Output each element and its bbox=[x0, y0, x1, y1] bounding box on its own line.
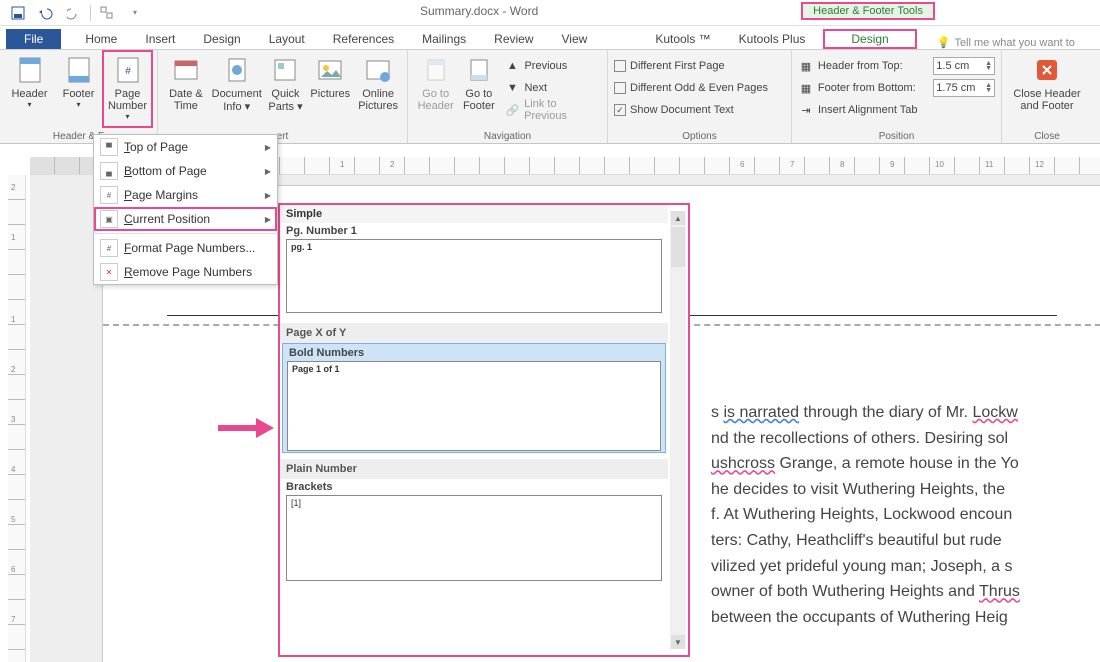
tab-kutools-plus[interactable]: Kutools Plus bbox=[725, 29, 820, 49]
gallery-item-bold-numbers[interactable]: Bold Numbers Page 1 of 1 bbox=[282, 343, 666, 453]
footer-bottom-spinner[interactable]: 1.75 cm▲▼ bbox=[933, 79, 995, 97]
page-number-button[interactable]: #Page Number ▾ bbox=[104, 52, 151, 126]
header-top-icon: ▦ bbox=[798, 58, 814, 74]
tell-me[interactable]: 💡Tell me what you want to bbox=[937, 36, 1075, 49]
footer-bottom-icon: ▦ bbox=[798, 80, 814, 96]
tab-mailings[interactable]: Mailings bbox=[408, 29, 480, 49]
ribbon: Header▾ Footer▾ #Page Number ▾ Header & … bbox=[0, 50, 1100, 144]
gallery-item-brackets-label: Brackets bbox=[280, 479, 668, 495]
gallery-item-pgnum1[interactable]: pg. 1 bbox=[286, 239, 662, 313]
format-icon: # bbox=[100, 239, 118, 257]
tab-references[interactable]: References bbox=[319, 29, 408, 49]
nav-link-previous: 🔗Link to Previous bbox=[504, 100, 601, 120]
document-info-button[interactable]: DocumentInfo ▾ bbox=[210, 52, 264, 126]
header-button[interactable]: Header▾ bbox=[6, 52, 53, 126]
date-time-button[interactable]: Date &Time bbox=[164, 52, 208, 126]
checkbox-checked-icon: ✓ bbox=[614, 104, 626, 116]
previous-icon: ▲ bbox=[504, 58, 520, 74]
current-position-icon: ▣ bbox=[100, 210, 118, 228]
opt-show-doc[interactable]: ✓Show Document Text bbox=[614, 100, 785, 120]
footer-bottom-label: Footer from Bottom: bbox=[818, 82, 929, 94]
opt-diff-odd-even[interactable]: Different Odd & Even Pages bbox=[614, 78, 785, 98]
tab-view[interactable]: View bbox=[548, 29, 602, 49]
quick-parts-button[interactable]: QuickParts ▾ bbox=[266, 52, 306, 126]
current-position-gallery: ▲ ▼ Simple Pg. Number 1 pg. 1 Page X of … bbox=[278, 203, 690, 657]
qat-customize-icon[interactable]: ▾ bbox=[121, 2, 149, 24]
scroll-thumb[interactable] bbox=[671, 227, 685, 267]
tab-kutools[interactable]: Kutools ™ bbox=[641, 29, 724, 49]
tab-hf-design[interactable]: Design bbox=[823, 29, 916, 49]
gallery-section-plain: Plain Number bbox=[280, 459, 668, 479]
gallery-section-simple: Simple bbox=[280, 205, 668, 223]
callout-arrow-icon bbox=[216, 414, 276, 442]
opt-diff-first[interactable]: Different First Page bbox=[614, 56, 785, 76]
page-bottom-icon: ▄ bbox=[100, 162, 118, 180]
lightbulb-icon: 💡 bbox=[937, 36, 951, 49]
checkbox-icon bbox=[614, 60, 626, 72]
goto-header-button: Go toHeader bbox=[414, 52, 457, 126]
page-margins-icon: # bbox=[100, 186, 118, 204]
tab-home[interactable]: Home bbox=[71, 29, 131, 49]
menu-page-margins[interactable]: #Page Margins▶ bbox=[94, 183, 277, 207]
vertical-ruler[interactable]: 2 1 1 2 3 4 5 6 7 bbox=[8, 175, 26, 662]
remove-icon: ✕ bbox=[100, 263, 118, 281]
undo-icon[interactable] bbox=[32, 2, 60, 24]
tab-file[interactable]: File bbox=[6, 29, 61, 49]
scroll-up-icon[interactable]: ▲ bbox=[671, 211, 685, 225]
pictures-button[interactable]: Pictures bbox=[307, 52, 353, 126]
page-top-icon: ▀ bbox=[100, 138, 118, 156]
gallery-item-brackets[interactable]: [1] bbox=[286, 495, 662, 581]
gallery-item-pgnum1-label: Pg. Number 1 bbox=[280, 223, 668, 239]
align-tab-icon: ⇥ bbox=[798, 102, 814, 118]
header-top-spinner[interactable]: 1.5 cm▲▼ bbox=[933, 57, 995, 75]
document-title: Summary.docx - Word bbox=[420, 4, 538, 18]
tab-insert[interactable]: Insert bbox=[131, 29, 189, 49]
checkbox-icon bbox=[614, 82, 626, 94]
menu-current-position[interactable]: ▣Current Position▶ bbox=[94, 207, 277, 231]
submenu-arrow-icon: ▶ bbox=[265, 143, 271, 152]
document-body-text: s is narrated through the diary of Mr. L… bbox=[711, 400, 1100, 630]
group-position-label: Position bbox=[792, 131, 1001, 142]
gallery-item-bold-label: Bold Numbers bbox=[283, 345, 665, 361]
link-icon: 🔗 bbox=[504, 102, 520, 118]
tab-layout[interactable]: Layout bbox=[255, 29, 319, 49]
next-icon: ▼ bbox=[504, 80, 520, 96]
gallery-scrollbar[interactable]: ▲ ▼ bbox=[670, 211, 686, 649]
nav-previous[interactable]: ▲Previous bbox=[504, 56, 601, 76]
tab-review[interactable]: Review bbox=[480, 29, 547, 49]
redo-icon[interactable] bbox=[60, 2, 88, 24]
group-options-label: Options bbox=[608, 131, 791, 142]
insert-align-tab[interactable]: ⇥Insert Alignment Tab bbox=[798, 100, 995, 120]
submenu-arrow-icon: ▶ bbox=[265, 215, 271, 224]
nav-next[interactable]: ▼Next bbox=[504, 78, 601, 98]
header-top-label: Header from Top: bbox=[818, 60, 929, 72]
svg-text:#: # bbox=[125, 66, 131, 77]
scroll-down-icon[interactable]: ▼ bbox=[671, 635, 685, 649]
page-number-menu: ▀Top of Page▶ ▄Bottom of Page▶ #Page Mar… bbox=[93, 134, 278, 285]
menu-top-of-page[interactable]: ▀Top of Page▶ bbox=[94, 135, 277, 159]
tab-strip: File Home Insert Design Layout Reference… bbox=[0, 26, 1100, 50]
tab-design[interactable]: Design bbox=[189, 29, 254, 49]
menu-format-page-numbers[interactable]: #Format Page Numbers... bbox=[94, 236, 277, 260]
gallery-section-pagexofy: Page X of Y bbox=[280, 323, 668, 343]
menu-bottom-of-page[interactable]: ▄Bottom of Page▶ bbox=[94, 159, 277, 183]
footer-button[interactable]: Footer▾ bbox=[55, 52, 102, 126]
contextual-tab-label: Header & Footer Tools bbox=[801, 2, 935, 20]
goto-footer-button[interactable]: Go toFooter bbox=[457, 52, 500, 126]
group-navigation-label: Navigation bbox=[408, 131, 607, 142]
qat-extra-icon[interactable] bbox=[93, 2, 121, 24]
online-pictures-button[interactable]: OnlinePictures bbox=[355, 52, 401, 126]
group-close-label: Close bbox=[1002, 131, 1092, 142]
save-icon[interactable] bbox=[4, 2, 32, 24]
menu-remove-page-numbers[interactable]: ✕Remove Page Numbers bbox=[94, 260, 277, 284]
submenu-arrow-icon: ▶ bbox=[265, 191, 271, 200]
quick-access-toolbar: ▾ Summary.docx - Word Header & Footer To… bbox=[0, 0, 1100, 26]
submenu-arrow-icon: ▶ bbox=[265, 167, 271, 176]
close-header-footer-button[interactable]: Close Headerand Footer bbox=[1008, 52, 1086, 126]
